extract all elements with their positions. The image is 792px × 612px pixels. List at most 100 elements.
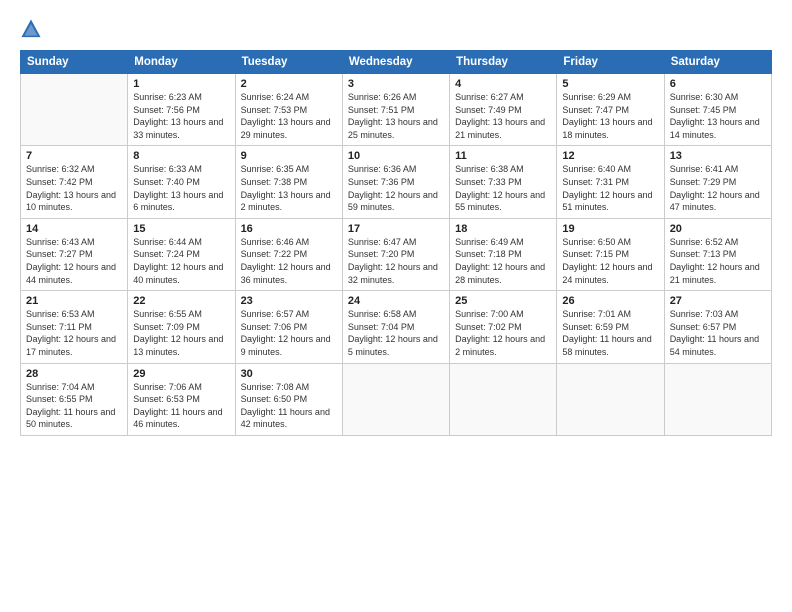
cell-daylight: Daylight: 13 hours and 10 minutes. xyxy=(26,190,116,213)
calendar-cell-w2d1: 15Sunrise: 6:44 AMSunset: 7:24 PMDayligh… xyxy=(128,218,235,290)
cell-sunset: Sunset: 7:33 PM xyxy=(455,177,522,187)
calendar-cell-w1d0: 7Sunrise: 6:32 AMSunset: 7:42 PMDaylight… xyxy=(21,146,128,218)
cell-sunrise: Sunrise: 6:49 AM xyxy=(455,237,524,247)
cell-daylight: Daylight: 11 hours and 42 minutes. xyxy=(241,407,330,430)
day-number: 16 xyxy=(241,223,337,235)
col-header-sunday: Sunday xyxy=(21,51,128,74)
day-number: 9 xyxy=(241,150,337,162)
calendar-cell-w2d4: 18Sunrise: 6:49 AMSunset: 7:18 PMDayligh… xyxy=(450,218,557,290)
calendar-cell-w3d0: 21Sunrise: 6:53 AMSunset: 7:11 PMDayligh… xyxy=(21,291,128,363)
calendar-table: SundayMondayTuesdayWednesdayThursdayFrid… xyxy=(20,50,772,436)
day-number: 29 xyxy=(133,368,229,380)
day-number: 17 xyxy=(348,223,444,235)
cell-daylight: Daylight: 12 hours and 32 minutes. xyxy=(348,262,438,285)
cell-sunrise: Sunrise: 7:00 AM xyxy=(455,309,524,319)
day-number: 8 xyxy=(133,150,229,162)
cell-sunset: Sunset: 6:57 PM xyxy=(670,322,737,332)
day-number: 28 xyxy=(26,368,122,380)
cell-daylight: Daylight: 13 hours and 25 minutes. xyxy=(348,117,438,140)
cell-sunrise: Sunrise: 6:52 AM xyxy=(670,237,739,247)
cell-sunset: Sunset: 7:31 PM xyxy=(562,177,629,187)
col-header-saturday: Saturday xyxy=(664,51,771,74)
calendar-cell-w2d0: 14Sunrise: 6:43 AMSunset: 7:27 PMDayligh… xyxy=(21,218,128,290)
calendar-cell-w0d2: 2Sunrise: 6:24 AMSunset: 7:53 PMDaylight… xyxy=(235,74,342,146)
cell-sunset: Sunset: 7:51 PM xyxy=(348,105,415,115)
cell-sunset: Sunset: 7:02 PM xyxy=(455,322,522,332)
cell-daylight: Daylight: 11 hours and 50 minutes. xyxy=(26,407,115,430)
cell-sunset: Sunset: 7:45 PM xyxy=(670,105,737,115)
cell-sunset: Sunset: 7:36 PM xyxy=(348,177,415,187)
cell-sunrise: Sunrise: 6:47 AM xyxy=(348,237,417,247)
cell-sunrise: Sunrise: 6:50 AM xyxy=(562,237,631,247)
cell-daylight: Daylight: 11 hours and 46 minutes. xyxy=(133,407,222,430)
day-number: 4 xyxy=(455,78,551,90)
cell-sunrise: Sunrise: 6:35 AM xyxy=(241,164,310,174)
cell-daylight: Daylight: 12 hours and 47 minutes. xyxy=(670,190,760,213)
calendar-cell-w4d3 xyxy=(342,363,449,435)
col-header-friday: Friday xyxy=(557,51,664,74)
day-number: 24 xyxy=(348,295,444,307)
cell-sunset: Sunset: 7:40 PM xyxy=(133,177,200,187)
cell-sunset: Sunset: 6:53 PM xyxy=(133,394,200,404)
cell-sunrise: Sunrise: 6:57 AM xyxy=(241,309,310,319)
cell-sunrise: Sunrise: 6:58 AM xyxy=(348,309,417,319)
cell-sunrise: Sunrise: 7:08 AM xyxy=(241,382,310,392)
cell-daylight: Daylight: 12 hours and 13 minutes. xyxy=(133,334,223,357)
calendar-cell-w4d6 xyxy=(664,363,771,435)
calendar-cell-w1d4: 11Sunrise: 6:38 AMSunset: 7:33 PMDayligh… xyxy=(450,146,557,218)
day-number: 30 xyxy=(241,368,337,380)
cell-sunset: Sunset: 7:42 PM xyxy=(26,177,93,187)
calendar-cell-w2d3: 17Sunrise: 6:47 AMSunset: 7:20 PMDayligh… xyxy=(342,218,449,290)
cell-sunrise: Sunrise: 6:55 AM xyxy=(133,309,202,319)
cell-sunset: Sunset: 7:38 PM xyxy=(241,177,308,187)
cell-daylight: Daylight: 13 hours and 33 minutes. xyxy=(133,117,223,140)
cell-sunset: Sunset: 6:50 PM xyxy=(241,394,308,404)
cell-daylight: Daylight: 12 hours and 55 minutes. xyxy=(455,190,545,213)
cell-sunrise: Sunrise: 6:44 AM xyxy=(133,237,202,247)
calendar-cell-w4d4 xyxy=(450,363,557,435)
cell-daylight: Daylight: 13 hours and 29 minutes. xyxy=(241,117,331,140)
calendar-cell-w0d4: 4Sunrise: 6:27 AMSunset: 7:49 PMDaylight… xyxy=(450,74,557,146)
cell-sunset: Sunset: 7:15 PM xyxy=(562,249,629,259)
day-number: 23 xyxy=(241,295,337,307)
day-number: 21 xyxy=(26,295,122,307)
cell-sunrise: Sunrise: 6:24 AM xyxy=(241,92,310,102)
cell-sunrise: Sunrise: 6:27 AM xyxy=(455,92,524,102)
cell-daylight: Daylight: 13 hours and 18 minutes. xyxy=(562,117,652,140)
cell-sunset: Sunset: 7:56 PM xyxy=(133,105,200,115)
calendar-cell-w4d5 xyxy=(557,363,664,435)
cell-sunrise: Sunrise: 6:23 AM xyxy=(133,92,202,102)
cell-sunset: Sunset: 7:18 PM xyxy=(455,249,522,259)
cell-sunrise: Sunrise: 6:29 AM xyxy=(562,92,631,102)
calendar-cell-w2d6: 20Sunrise: 6:52 AMSunset: 7:13 PMDayligh… xyxy=(664,218,771,290)
cell-sunrise: Sunrise: 6:53 AM xyxy=(26,309,95,319)
cell-sunset: Sunset: 6:55 PM xyxy=(26,394,93,404)
day-number: 18 xyxy=(455,223,551,235)
day-number: 22 xyxy=(133,295,229,307)
calendar-cell-w0d0 xyxy=(21,74,128,146)
day-number: 26 xyxy=(562,295,658,307)
cell-daylight: Daylight: 11 hours and 58 minutes. xyxy=(562,334,651,357)
calendar-cell-w4d0: 28Sunrise: 7:04 AMSunset: 6:55 PMDayligh… xyxy=(21,363,128,435)
cell-sunset: Sunset: 7:13 PM xyxy=(670,249,737,259)
cell-daylight: Daylight: 13 hours and 6 minutes. xyxy=(133,190,223,213)
cell-sunset: Sunset: 7:47 PM xyxy=(562,105,629,115)
cell-sunset: Sunset: 7:29 PM xyxy=(670,177,737,187)
cell-sunrise: Sunrise: 6:32 AM xyxy=(26,164,95,174)
cell-sunset: Sunset: 7:09 PM xyxy=(133,322,200,332)
cell-daylight: Daylight: 12 hours and 36 minutes. xyxy=(241,262,331,285)
calendar-cell-w4d2: 30 Sunrise: 7:08 AM Sunset: 6:50 PM Dayligh… xyxy=(235,363,342,435)
cell-sunrise: Sunrise: 6:46 AM xyxy=(241,237,310,247)
calendar-cell-w2d5: 19Sunrise: 6:50 AMSunset: 7:15 PMDayligh… xyxy=(557,218,664,290)
cell-sunrise: Sunrise: 6:30 AM xyxy=(670,92,739,102)
cell-sunset: Sunset: 7:24 PM xyxy=(133,249,200,259)
day-number: 14 xyxy=(26,223,122,235)
cell-daylight: Daylight: 12 hours and 51 minutes. xyxy=(562,190,652,213)
day-number: 1 xyxy=(133,78,229,90)
cell-sunrise: Sunrise: 6:41 AM xyxy=(670,164,739,174)
day-number: 20 xyxy=(670,223,766,235)
cell-sunset: Sunset: 7:06 PM xyxy=(241,322,308,332)
calendar-cell-w3d2: 23Sunrise: 6:57 AMSunset: 7:06 PMDayligh… xyxy=(235,291,342,363)
day-number: 15 xyxy=(133,223,229,235)
cell-daylight: Daylight: 12 hours and 59 minutes. xyxy=(348,190,438,213)
